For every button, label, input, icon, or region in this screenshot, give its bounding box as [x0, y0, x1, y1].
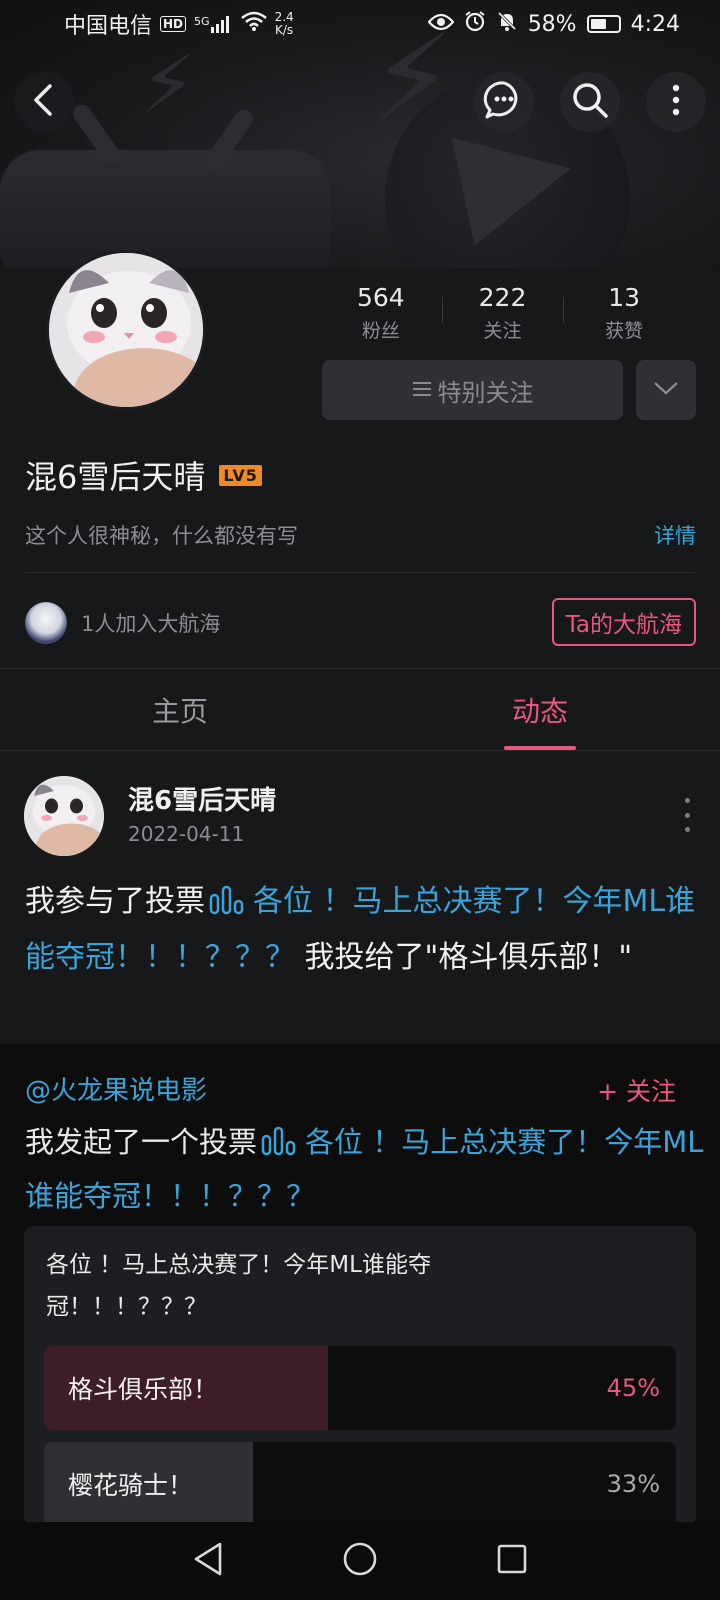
eye-icon: [427, 12, 455, 37]
profile-avatar[interactable]: [46, 250, 206, 410]
tab-home[interactable]: 主页: [0, 670, 360, 750]
net-speed: 2.4 K/s: [274, 10, 294, 37]
search-button[interactable]: [560, 72, 620, 132]
more-button[interactable]: [646, 72, 706, 132]
repost-text: 我发起了一个投票 各位 ！马上总决赛了！今年ML谁能夺冠！！！？？？: [25, 1117, 705, 1221]
post-text: 我参与了投票 各位 ！马上总决赛了！今年ML谁能夺冠！！！？？？ 我投给了"格斗俱…: [25, 876, 700, 984]
battery-icon: [586, 15, 621, 33]
follow-dropdown-button[interactable]: [636, 360, 696, 420]
divider: [25, 572, 695, 573]
poll-option-percent: 33%: [606, 1470, 660, 1498]
poll-option-label: 格斗俱乐部！: [68, 1375, 219, 1404]
poll-option-label: 樱花骑士！: [68, 1471, 194, 1500]
chat-bubble-icon: [483, 79, 525, 125]
vote-icon: [209, 880, 249, 932]
post-text-prefix: 我参与了投票: [25, 884, 205, 919]
profile-name-row: 混6雪后天晴 LV5: [25, 452, 262, 498]
stat-value: 564: [356, 283, 405, 312]
stat-likes[interactable]: 13 获赞: [563, 283, 685, 343]
stat-value: 13: [608, 283, 641, 312]
system-nav-bar: [0, 1522, 720, 1600]
crew-text: 1人加入大航海: [81, 612, 221, 636]
divider: [0, 668, 720, 669]
poll-option[interactable]: 樱花骑士！ 33%: [44, 1442, 676, 1526]
nav-back-icon[interactable]: [192, 1541, 224, 1581]
profile-tabs: 主页 动态: [0, 670, 720, 750]
stat-fans[interactable]: 564 粉丝: [320, 283, 442, 343]
back-arrow-icon: [30, 83, 58, 121]
stat-following[interactable]: 222 关注: [441, 283, 564, 343]
back-button[interactable]: [14, 72, 74, 132]
tab-dynamics[interactable]: 动态: [360, 670, 720, 750]
repost-follow-button[interactable]: + 关注: [597, 1072, 676, 1108]
search-icon: [570, 80, 610, 124]
carrier-label: 中国电信: [64, 14, 153, 39]
more-vertical-icon: [671, 84, 681, 120]
poll-card[interactable]: 各位 ！马上总决赛了！今年ML谁能夺冠！！！？？？ 格斗俱乐部！ 45% 樱花骑…: [24, 1226, 696, 1526]
stat-value: 222: [478, 283, 527, 312]
vote-icon: [261, 1121, 301, 1171]
detail-link[interactable]: 详情: [654, 520, 696, 550]
list-icon: [412, 376, 432, 404]
cat-photo: [49, 253, 203, 407]
crew-row[interactable]: 1人加入大航海: [25, 602, 220, 644]
post-author-name[interactable]: 混6雪后天晴: [128, 780, 276, 817]
poll-title: 各位 ！马上总决赛了！今年ML谁能夺冠！！！？？？: [46, 1252, 431, 1320]
nav-recents-icon[interactable]: [496, 1543, 528, 1579]
level-badge: LV5: [219, 464, 262, 486]
poll-option-percent: 45%: [606, 1374, 660, 1402]
message-button[interactable]: [474, 72, 534, 132]
status-bar: 中国电信 HD 5G 2.4 K/s 58% 4:24: [0, 0, 720, 48]
post-date: 2022-04-11: [128, 822, 245, 846]
alarm-icon: [464, 10, 486, 38]
divider: [0, 750, 720, 751]
cat-photo: [24, 776, 104, 856]
poll-option[interactable]: 格斗俱乐部！ 45%: [44, 1346, 676, 1430]
repost-text-prefix: 我发起了一个投票: [25, 1125, 258, 1159]
profile-stats: 564 粉丝 222 关注 13 获赞: [320, 283, 685, 343]
mute-bell-icon: [496, 10, 518, 38]
crew-member-avatar: [25, 602, 67, 644]
post-author-avatar[interactable]: [24, 776, 104, 856]
post-text-suffix: 我投给了"格斗俱乐部！": [295, 940, 633, 975]
crew-button[interactable]: Ta的大航海: [551, 598, 696, 646]
hd-badge: HD: [160, 16, 187, 32]
profile-bio: 这个人很神秘，什么都没有写: [25, 524, 298, 548]
stat-label: 粉丝: [361, 320, 400, 342]
stat-label: 关注: [483, 320, 522, 342]
profile-name: 混6雪后天晴: [25, 458, 206, 496]
special-follow-button[interactable]: 特别关注: [322, 360, 623, 420]
special-follow-label: 特别关注: [437, 378, 534, 407]
battery-percent: 58%: [527, 11, 577, 37]
clock: 4:24: [630, 11, 680, 37]
repost-user-link[interactable]: @火龙果说电影: [25, 1070, 207, 1107]
signal-icon: 5G: [194, 15, 233, 33]
wifi-icon: [240, 11, 267, 37]
nav-home-icon[interactable]: [342, 1541, 378, 1581]
post-more-icon[interactable]: [682, 798, 692, 832]
chevron-down-icon: [653, 380, 679, 400]
stat-label: 获赞: [605, 320, 644, 342]
